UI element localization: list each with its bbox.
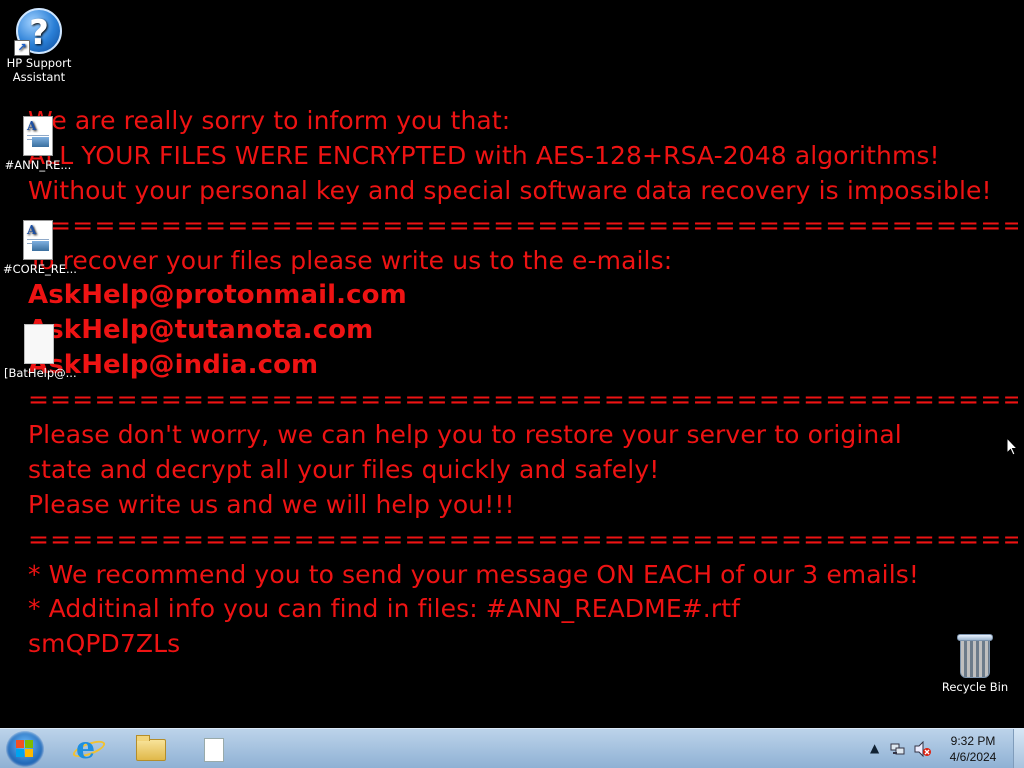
desktop-icon-label: [BatHelp@... bbox=[4, 366, 77, 380]
desktop-icon-bathelp-file[interactable]: [BatHelp@... bbox=[4, 324, 77, 380]
folder-icon bbox=[136, 735, 166, 761]
note-email: AskHelp@india.com bbox=[28, 350, 319, 381]
mouse-cursor-icon bbox=[1006, 437, 1018, 456]
desktop-icon-label: Recycle Bin bbox=[941, 680, 1009, 694]
note-line: * We recommend you to send your message … bbox=[28, 559, 920, 589]
note-separator: ========================================… bbox=[28, 210, 1018, 240]
ransom-note: We are really sorry to inform you that: … bbox=[28, 104, 1018, 662]
note-line: * Additinal info you can find in files: … bbox=[28, 594, 740, 624]
taskbar-internet-explorer[interactable]: e bbox=[64, 731, 114, 767]
desktop-icon-recycle-bin[interactable]: Recycle Bin bbox=[940, 634, 1010, 694]
desktop-icon-label: #ANN_RE... bbox=[4, 158, 72, 172]
start-button[interactable] bbox=[6, 731, 44, 767]
note-email: AskHelp@protonmail.com bbox=[28, 280, 407, 311]
rtf-document-icon: A bbox=[23, 116, 53, 156]
taskbar-document[interactable] bbox=[188, 731, 238, 767]
network-icon[interactable] bbox=[890, 741, 906, 757]
desktop-icon-ann-readme[interactable]: A #ANN_RE... bbox=[3, 116, 73, 172]
show-desktop-button[interactable] bbox=[1013, 729, 1024, 768]
help-question-icon: ? ↗ bbox=[14, 8, 62, 56]
show-hidden-icons-arrow-icon[interactable]: ▲ bbox=[870, 741, 879, 755]
note-line: Please don't worry, we can help you to r… bbox=[28, 420, 902, 450]
system-clock[interactable]: 9:32 PM 4/6/2024 bbox=[932, 733, 1014, 765]
note-separator: ========================================… bbox=[28, 524, 1018, 554]
note-line: Without your personal key and special so… bbox=[28, 175, 992, 205]
note-line: To recover your files please write us to… bbox=[28, 245, 673, 275]
desktop-icon-hp-support-assistant[interactable]: ? ↗ HP Support Assistant bbox=[4, 8, 74, 84]
recycle-bin-icon bbox=[957, 634, 993, 678]
clock-time: 9:32 PM bbox=[950, 734, 996, 748]
note-email: AskHelp@tutanota.com bbox=[28, 315, 374, 346]
taskbar: e ▲ 9:32 PM 4/6/2024 bbox=[0, 728, 1024, 768]
taskbar-file-explorer[interactable] bbox=[126, 731, 176, 767]
rtf-document-icon: A bbox=[23, 220, 53, 260]
desktop-icon-label: HP Support Assistant bbox=[6, 56, 72, 84]
document-icon bbox=[204, 738, 224, 762]
desktop-icon-label: #CORE_RE... bbox=[3, 262, 77, 276]
note-line: Please write us and we will help you!!! bbox=[28, 489, 515, 519]
note-line: smQPD7ZLs bbox=[28, 629, 181, 659]
note-line: We are really sorry to inform you that: bbox=[28, 106, 511, 135]
windows-flag-icon bbox=[16, 740, 34, 758]
note-line: state and decrypt all your files quickly… bbox=[28, 454, 660, 484]
note-line: ALL YOUR FILES WERE ENCRYPTED with AES-1… bbox=[28, 140, 940, 170]
internet-explorer-icon: e bbox=[76, 731, 96, 766]
volume-muted-icon[interactable] bbox=[914, 741, 932, 757]
note-separator: ========================================… bbox=[28, 385, 1018, 415]
clock-date: 4/6/2024 bbox=[949, 750, 997, 764]
blank-file-icon bbox=[24, 324, 54, 364]
desktop-icon-core-readme[interactable]: A #CORE_RE... bbox=[3, 220, 77, 276]
